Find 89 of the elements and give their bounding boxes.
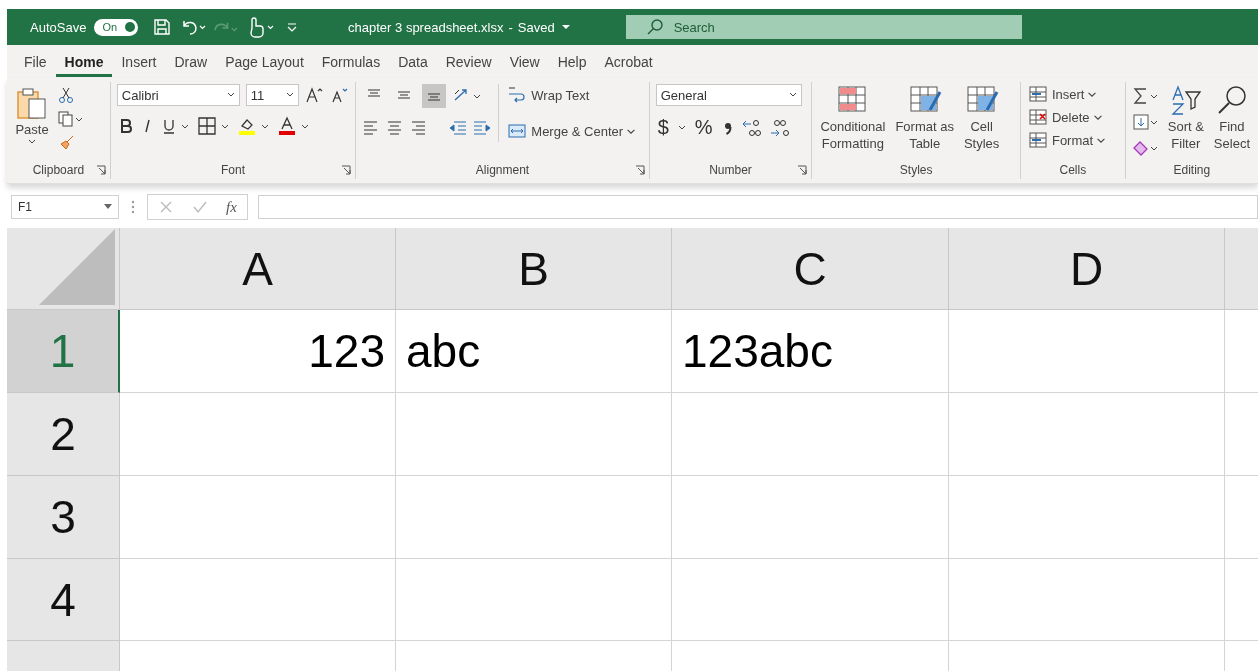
- merge-icon: [507, 122, 528, 140]
- clipboard-icon: [15, 86, 49, 120]
- merge-center-button[interactable]: Merge & Center: [505, 120, 638, 142]
- autosave-toggle[interactable]: On: [94, 18, 139, 36]
- dialog-launcher-icon[interactable]: [95, 165, 106, 175]
- row-header[interactable]: 3: [7, 476, 120, 559]
- search-field[interactable]: Search: [625, 15, 1022, 39]
- group-label: Font: [221, 163, 246, 177]
- fill-down-icon[interactable]: [1131, 112, 1160, 132]
- menu-tab[interactable]: Data: [389, 46, 437, 77]
- row-header[interactable]: 2: [7, 393, 120, 476]
- column-header[interactable]: C: [672, 228, 949, 310]
- currency-button[interactable]: $: [655, 116, 671, 139]
- table-cell: 123: [120, 310, 396, 393]
- menu-tab[interactable]: Help: [548, 46, 596, 77]
- caret-icon[interactable]: [676, 123, 687, 132]
- font-size-field[interactable]: 11: [245, 84, 299, 106]
- styles-button[interactable]: Conditional Formatting: [818, 84, 888, 154]
- search-icon: [645, 18, 664, 36]
- grow-font-icon[interactable]: [304, 86, 325, 104]
- group-label: Number: [709, 163, 752, 177]
- menu-tab[interactable]: Draw: [165, 46, 217, 77]
- menu-tab[interactable]: Acrobat: [595, 46, 662, 77]
- group-label: Editing: [1173, 163, 1211, 177]
- save-icon[interactable]: [152, 17, 173, 37]
- menu-tab[interactable]: Insert: [112, 46, 166, 77]
- group-label: Styles: [899, 163, 933, 177]
- title-separator: -: [508, 19, 513, 35]
- caret-icon: [788, 92, 797, 98]
- row-header[interactable]: 4: [7, 559, 120, 641]
- name-box[interactable]: F1: [11, 195, 119, 219]
- autosave-label: AutoSave: [30, 19, 87, 35]
- table-grid-icon: [1027, 85, 1048, 103]
- autosum-icon[interactable]: [1131, 86, 1160, 106]
- caret-icon: [28, 139, 36, 145]
- caret-icon: [1097, 137, 1106, 143]
- font-name-field[interactable]: Calibri: [116, 84, 240, 106]
- caret-icon: [1093, 114, 1102, 120]
- wrap-text-icon: [507, 86, 528, 104]
- dialog-launcher-icon[interactable]: [341, 165, 352, 175]
- table-grid-icon: [1027, 131, 1048, 149]
- insert-function-button[interactable]: fx: [226, 198, 237, 216]
- borders-icon[interactable]: [196, 116, 231, 136]
- wrap-text-button[interactable]: Wrap Text: [505, 84, 638, 106]
- number-format-field[interactable]: General: [655, 84, 802, 106]
- dialog-launcher-icon[interactable]: [634, 165, 645, 175]
- row-header[interactable]: 1: [7, 310, 120, 393]
- formula-field[interactable]: [257, 195, 1258, 219]
- font-color-icon[interactable]: [276, 116, 311, 136]
- menu-tab[interactable]: View: [500, 46, 549, 77]
- menu-tab[interactable]: File: [15, 46, 56, 77]
- caret-icon: [627, 128, 636, 134]
- group-label: Cells: [1059, 163, 1087, 177]
- caret-icon: [285, 92, 294, 98]
- styles-button[interactable]: Cell Styles: [961, 84, 1002, 154]
- caret-icon: [226, 92, 235, 98]
- menu-tab[interactable]: Review: [436, 46, 501, 77]
- column-header[interactable]: B: [396, 228, 672, 310]
- dialog-launcher-icon[interactable]: [797, 165, 808, 175]
- save-status[interactable]: Saved: [517, 19, 571, 35]
- scissors-icon[interactable]: [57, 86, 75, 104]
- table-cell: 123abc: [672, 310, 949, 393]
- grip-icon[interactable]: [129, 198, 137, 216]
- menu-tab[interactable]: Home: [55, 46, 113, 77]
- cells-button[interactable]: Delete: [1026, 107, 1103, 127]
- table-cell: abc: [396, 310, 672, 393]
- group-label: Clipboard: [32, 163, 85, 177]
- cells-button[interactable]: Insert: [1026, 84, 1098, 104]
- shrink-font-icon[interactable]: [330, 86, 349, 104]
- redo-icon: [214, 21, 239, 33]
- menu-tab[interactable]: Page Layout: [216, 46, 313, 77]
- column-header[interactable]: A: [120, 228, 396, 310]
- group-label: Alignment: [475, 163, 530, 177]
- menu-tab[interactable]: Formulas: [312, 46, 390, 77]
- caret-icon: [560, 23, 571, 31]
- copy-icon[interactable]: [57, 110, 83, 128]
- column-header[interactable]: D: [949, 228, 1225, 310]
- caret-icon: [104, 204, 112, 210]
- editing-button[interactable]: Sort & Filter: [1165, 84, 1206, 154]
- indent-icons-drawing[interactable]: [448, 118, 493, 136]
- cells-button[interactable]: Format: [1026, 130, 1107, 150]
- editing-button[interactable]: Find Select: [1211, 84, 1252, 154]
- document-title: chapter 3 spreadsheet.xlsx: [348, 19, 504, 35]
- vertical-align-button[interactable]: [422, 84, 447, 108]
- styles-button[interactable]: Format as Table: [893, 84, 956, 154]
- caret-icon: [1088, 91, 1097, 97]
- paste-button[interactable]: Paste: [13, 84, 51, 147]
- table-grid-icon: [1027, 108, 1048, 126]
- percent-button[interactable]: %: [692, 116, 715, 139]
